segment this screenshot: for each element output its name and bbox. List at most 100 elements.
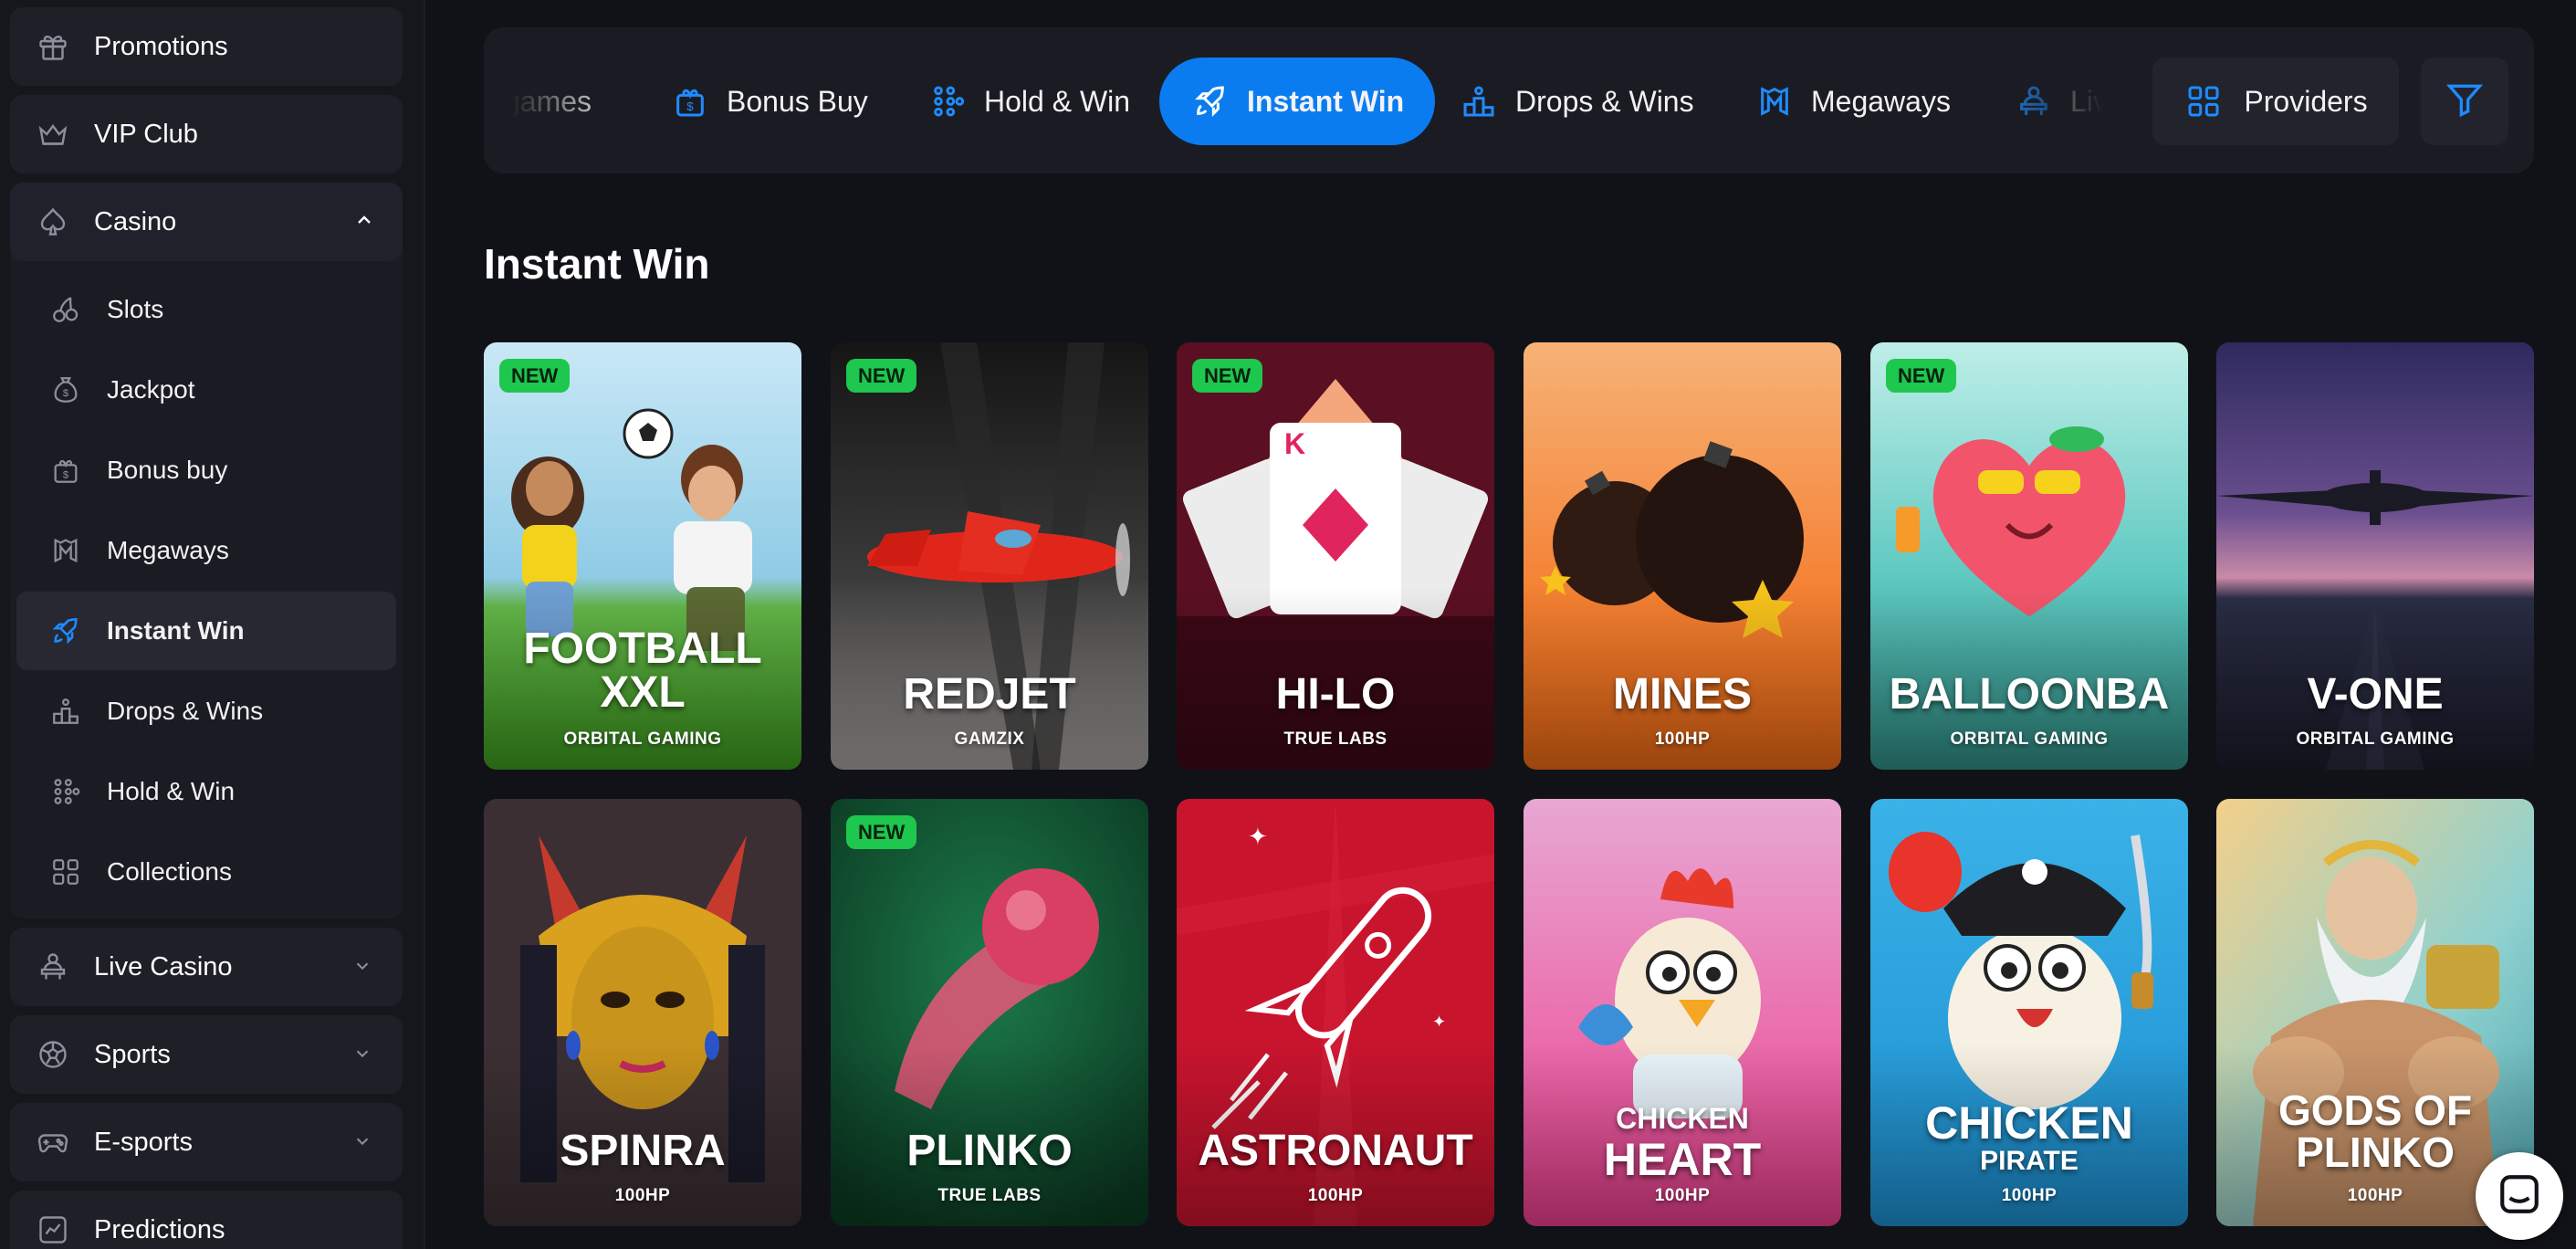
sidebar-item-megaways[interactable]: Megaways [16,511,396,590]
svg-text:✦: ✦ [1248,823,1268,850]
game-card-spinra[interactable]: SPINRA 100HP [484,799,801,1226]
sidebar-item-instant-win[interactable]: Instant Win [16,592,396,670]
game-title-line: CHICKEN [1925,1097,2133,1149]
new-badge: NEW [846,815,917,849]
sidebar-item-sports[interactable]: Sports [10,1015,403,1094]
game-title: PLINKO [831,1129,1148,1173]
dealer-icon [2014,81,2054,121]
game-title-line: FOOTBALL [523,624,762,673]
svg-text:✦: ✦ [1432,1013,1446,1031]
game-card-v-one[interactable]: V-ONE ORBITAL GAMING [2216,342,2534,770]
chat-button[interactable] [2476,1152,2563,1240]
game-title-line: MINES [1612,670,1752,719]
game-title-line: PIRATE [1980,1146,2079,1176]
chevron-up-icon[interactable] [353,209,375,236]
sidebar-item-bonus-buy[interactable]: $ Bonus buy [16,431,396,509]
game-provider: ORBITAL GAMING [2296,729,2455,749]
chevron-down-icon[interactable] [350,953,375,979]
game-provider: TRUE LABS [937,1186,1042,1205]
sidebar-item-label: Casino [94,206,177,236]
gift-icon: $ [670,81,710,121]
podium-icon [48,694,83,729]
tab-label: Instant Win [1247,84,1405,118]
chevron-down-icon[interactable] [350,1128,375,1154]
game-card-gods-of-plinko[interactable]: GODS OF PLINKO 100HP [2216,799,2534,1226]
money-bag-icon: $ [48,373,83,407]
sidebar-item-promotions[interactable]: Promotions [10,7,403,86]
game-provider: 100HP [1307,1186,1364,1205]
game-title-line: ASTRONAUT [1198,1127,1473,1175]
tab-instant-win[interactable]: Instant Win [1159,58,1436,145]
sidebar-item-esports[interactable]: E-sports [10,1103,403,1181]
game-title-line: GODS OF [2278,1086,2473,1134]
game-provider: 100HP [614,1186,671,1205]
tab-label: Drops & Wins [1515,84,1694,118]
game-title-line: BALLOONBA [1889,670,2170,719]
tab-megaways[interactable]: Megaways [1723,58,1982,145]
chevron-down-icon[interactable] [350,1041,375,1066]
game-provider: GAMZIX [954,729,1025,749]
game-title-line: CHICKEN [1616,1102,1749,1135]
tab-label: Hold & Win [984,84,1131,118]
chart-icon [35,1212,71,1248]
spade-icon [35,204,71,240]
tab-drops-wins[interactable]: Drops & Wins [1428,58,1725,145]
game-card-chicken-heart[interactable]: CHICKEN HEART 100HP [1524,799,1841,1226]
game-title: ASTRONAUT [1177,1129,1494,1173]
game-title: SPINRA [484,1129,801,1173]
game-card-hi-lo[interactable]: K NEW HI-LO TRUE LABS [1177,342,1494,770]
tab-games[interactable]: games [484,58,623,145]
providers-button[interactable]: Providers [2152,58,2399,145]
grid-icon [2183,81,2224,121]
soccer-ball-icon [35,1036,71,1073]
new-badge: NEW [1192,359,1263,393]
chat-icon [2497,1171,2542,1222]
dots-grid-icon [927,81,968,121]
tab-label: games [504,84,592,118]
rocket-icon [48,614,83,648]
sidebar-casino-group: Casino Slots $ Jackpot $ Bonus buy Megaw… [10,183,403,918]
game-card-mines[interactable]: MINES 100HP [1524,342,1841,770]
tab-live[interactable]: Live [1983,58,2155,145]
game-provider: TRUE LABS [1283,729,1387,749]
sidebar-item-drops-wins[interactable]: Drops & Wins [16,672,396,750]
sidebar-item-vip-club[interactable]: VIP Club [10,95,403,173]
new-badge: NEW [1886,359,1957,393]
sidebar-item-jackpot[interactable]: $ Jackpot [16,351,396,429]
game-card-redjet[interactable]: NEW REDJET GAMZIX [831,342,1148,770]
game-title-line: SPINRA [560,1127,726,1175]
game-provider: 100HP [1654,1186,1711,1205]
sidebar-item-collections[interactable]: Collections [16,833,396,911]
game-card-balloonba[interactable]: NEW BALLOONBA ORBITAL GAMING [1870,342,2188,770]
sidebar-item-casino[interactable]: Casino [10,183,403,261]
tab-label: Live [2070,84,2124,118]
game-card-football-xxl[interactable]: NEW FOOTBALL XXL ORBITAL GAMING [484,342,801,770]
tab-hold-win[interactable]: Hold & Win [896,58,1161,145]
game-card-astronaut[interactable]: ✦ ✦ ASTRONAUT 100HP [1177,799,1494,1226]
gamepad-icon [35,1124,71,1160]
tab-bonus-buy[interactable]: $ Bonus Buy [639,58,899,145]
sidebar-item-predictions[interactable]: Predictions [10,1191,403,1249]
filter-button[interactable] [2421,58,2508,145]
funnel-icon [2445,79,2485,124]
game-title-line: HEART [1603,1134,1762,1185]
sidebar-item-label: Instant Win [107,616,245,645]
game-title-line: HI-LO [1275,670,1396,719]
sidebar-item-hold-win[interactable]: Hold & Win [16,752,396,831]
rocket-icon [1190,81,1230,121]
svg-text:$: $ [63,388,69,399]
game-title-line: PLINKO [906,1127,1073,1175]
sidebar-item-label: E-sports [94,1127,193,1157]
sidebar-item-label: Sports [94,1039,171,1069]
game-title-line: XXL [600,668,686,717]
sidebar-item-slots[interactable]: Slots [16,270,396,349]
game-card-chicken-pirate[interactable]: CHICKEN PIRATE 100HP [1870,799,2188,1226]
game-title: BALLOONBA [1870,673,2188,717]
tab-label: Megaways [1811,84,1951,118]
sidebar-item-live-casino[interactable]: Live Casino [10,928,403,1006]
new-badge: NEW [846,359,917,393]
game-card-plinko[interactable]: NEW PLINKO TRUE LABS [831,799,1148,1226]
dots-grid-icon [48,774,83,809]
sidebar-item-label: Collections [107,857,232,886]
cherries-icon [48,292,83,327]
